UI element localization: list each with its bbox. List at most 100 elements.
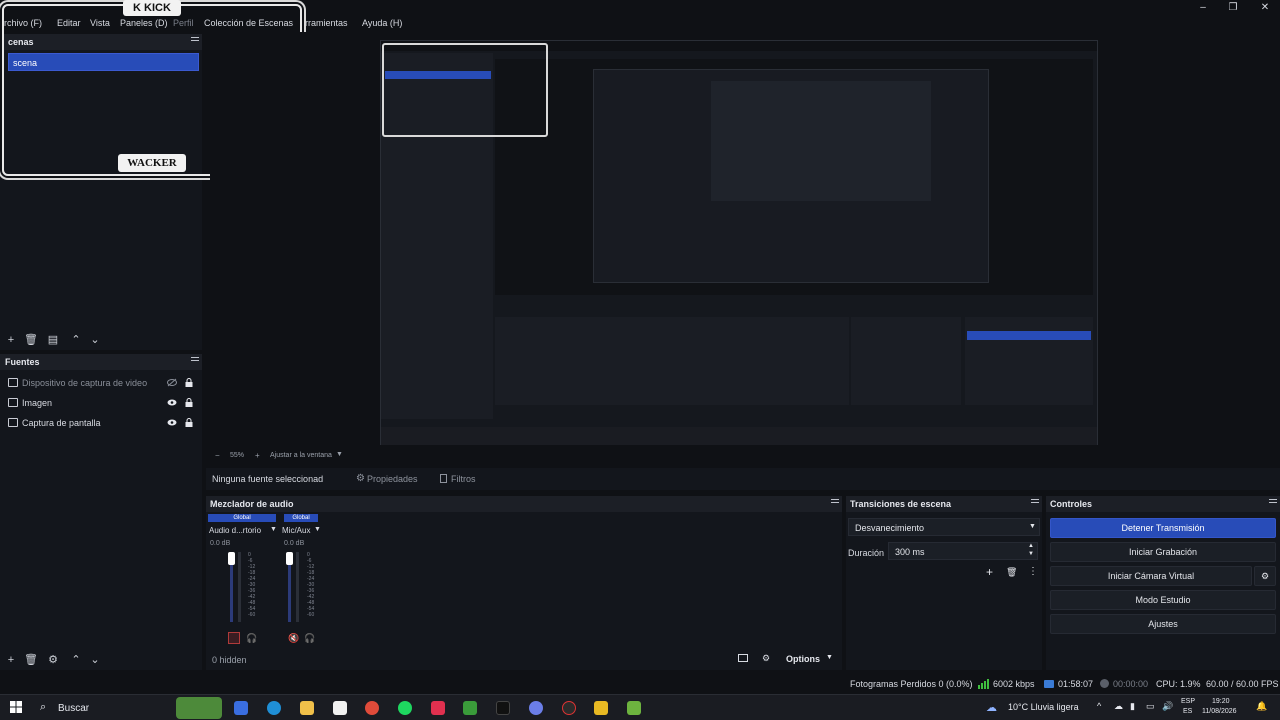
chrome-icon[interactable] — [365, 701, 379, 715]
clock-time[interactable]: 19:20 — [1212, 698, 1230, 705]
down-icon[interactable]: ⌄ — [89, 334, 101, 346]
clock-date[interactable]: 11/08/2026 — [1202, 708, 1237, 715]
stream-icon — [1044, 680, 1054, 688]
eye-icon[interactable] — [167, 398, 177, 407]
chevron-down-icon[interactable]: ▼ — [826, 654, 833, 661]
transitions-header: Transiciones de escena — [846, 496, 1042, 512]
global-badge: Global — [284, 514, 318, 522]
duration-input[interactable]: 300 ms ▲ ▼ — [888, 542, 1038, 560]
discord-icon[interactable] — [529, 701, 543, 715]
start-recording-button[interactable]: Iniciar Grabación — [1050, 542, 1276, 562]
windows-start-icon[interactable] — [10, 701, 22, 713]
search-icon: ⌕ — [40, 701, 47, 713]
gear-icon[interactable]: ⚙ — [1254, 566, 1276, 586]
app-icon-3[interactable] — [627, 701, 641, 715]
transition-select[interactable]: Desvanecimiento ▼ — [848, 518, 1040, 536]
stepper-up-icon[interactable]: ▲ — [1028, 543, 1034, 549]
chevron-up-icon[interactable]: ^ — [1097, 701, 1101, 711]
options-button[interactable]: Options — [786, 654, 820, 664]
channel-db: 0.0 dB — [284, 540, 305, 547]
taskbar: ⌕ Buscar ☁ 10°C Lluvia ligera ^ ☁ ▮ ▭ 🔊 … — [0, 694, 1280, 720]
channel-name[interactable]: Audio d...rtorio — [209, 526, 261, 535]
mic-icon[interactable]: ▮ — [1130, 701, 1135, 712]
mute-icon[interactable] — [228, 632, 240, 644]
controls-title: Controles — [1050, 499, 1093, 509]
stop-streaming-button[interactable]: Detener Transmisión — [1050, 518, 1276, 538]
sources-toolbar — [0, 650, 202, 670]
studio-mode-button[interactable]: Modo Estudio — [1050, 590, 1276, 610]
lock-icon[interactable] — [185, 398, 193, 407]
tiktok-icon[interactable] — [496, 701, 510, 715]
app-icon-2[interactable] — [594, 701, 608, 715]
fader-handle[interactable] — [286, 552, 293, 565]
chevron-down-icon: ▼ — [1029, 523, 1036, 530]
source-item[interactable]: Imagen — [0, 394, 202, 412]
duration-value: 300 ms — [895, 547, 925, 557]
network-icon[interactable]: ▭ — [1146, 701, 1155, 712]
store-icon[interactable] — [333, 701, 347, 715]
file-explorer-icon[interactable] — [300, 701, 314, 715]
fader-handle[interactable] — [228, 552, 235, 565]
menu-tools[interactable]: erramientas — [300, 18, 348, 28]
layout-icon[interactable] — [738, 654, 748, 662]
menu-help[interactable]: Ayuda (H) — [362, 18, 402, 28]
chevron-down-icon[interactable]: ▼ — [336, 451, 343, 458]
source-item[interactable]: Dispositivo de captura de video — [0, 374, 202, 392]
properties-button[interactable]: ⚙ Propiedades — [352, 471, 424, 487]
source-context-bar: Ninguna fuente seleccionad ⚙ Propiedades… — [206, 468, 1280, 490]
filter-icon[interactable]: ▤ — [47, 334, 59, 346]
language-bottom[interactable]: ES — [1183, 708, 1192, 715]
image-icon — [8, 398, 18, 407]
settings-button[interactable]: Ajustes — [1050, 614, 1276, 634]
chevron-down-icon[interactable]: ▼ — [270, 526, 277, 533]
eye-hidden-icon[interactable] — [167, 378, 177, 387]
maximize-button[interactable]: ❐ — [1218, 2, 1248, 14]
trash-icon[interactable]: 🗑 — [24, 334, 38, 346]
language-top[interactable]: ESP — [1181, 698, 1195, 705]
nested-mixer — [495, 317, 849, 405]
more-icon[interactable]: ⋮ — [1028, 566, 1038, 577]
up-icon[interactable]: ⌃ — [70, 334, 82, 346]
app-icon[interactable] — [431, 701, 445, 715]
duration-label: Duración — [848, 548, 885, 558]
add-transition-icon[interactable]: + — [986, 565, 993, 579]
stepper-down-icon[interactable]: ▼ — [1028, 551, 1034, 557]
dock-menu-icon[interactable] — [1031, 499, 1039, 507]
source-label: Captura de pantalla — [22, 418, 101, 428]
mixer-settings-icon[interactable]: ⚙ — [762, 653, 770, 664]
cloud-icon[interactable]: ☁ — [1114, 701, 1123, 712]
mute-icon[interactable]: 🔇 — [288, 633, 299, 644]
source-item[interactable]: Captura de pantalla — [0, 414, 202, 432]
zoom-out-icon[interactable]: − — [215, 451, 220, 460]
filters-button[interactable]: Filtros — [436, 471, 486, 487]
headphones-icon[interactable]: 🎧 — [246, 633, 257, 644]
dock-menu-icon[interactable] — [831, 499, 839, 507]
minecraft-icon[interactable] — [463, 701, 477, 715]
headphones-icon[interactable]: 🎧 — [304, 633, 315, 644]
spotify-icon[interactable] — [398, 701, 412, 715]
copilot-icon[interactable] — [234, 701, 248, 715]
eye-icon[interactable] — [167, 418, 177, 427]
trash-icon[interactable]: 🗑 — [1006, 567, 1017, 578]
transition-select-value: Desvanecimiento — [855, 523, 925, 533]
obs-icon[interactable] — [562, 701, 576, 715]
edge-icon[interactable] — [267, 701, 281, 715]
dock-menu-icon[interactable] — [1269, 499, 1277, 507]
cpu-usage: CPU: 1.9% — [1156, 679, 1201, 689]
lock-icon[interactable] — [185, 418, 193, 427]
zoom-in-icon[interactable]: + — [255, 451, 260, 460]
fit-selector[interactable]: Ajustar a la ventana — [270, 452, 332, 459]
volume-icon[interactable]: 🔊 — [1162, 701, 1173, 712]
minimize-button[interactable]: – — [1188, 2, 1218, 14]
notification-icon[interactable]: 🔔 — [1256, 701, 1267, 712]
weather-text[interactable]: 10°C Lluvia ligera — [1008, 702, 1079, 712]
stream-time: 01:58:07 — [1058, 679, 1094, 689]
close-button[interactable]: ✕ — [1250, 2, 1280, 14]
channel-name[interactable]: Mic/Aux — [282, 526, 310, 535]
add-icon[interactable]: + — [5, 334, 17, 346]
dock-menu-icon[interactable] — [191, 357, 199, 365]
lock-icon[interactable] — [185, 378, 193, 387]
audio-mixer-title: Mezclador de audio — [210, 499, 294, 509]
chevron-down-icon[interactable]: ▼ — [314, 526, 321, 533]
start-virtual-camera-button[interactable]: Iniciar Cámara Virtual — [1050, 566, 1252, 586]
